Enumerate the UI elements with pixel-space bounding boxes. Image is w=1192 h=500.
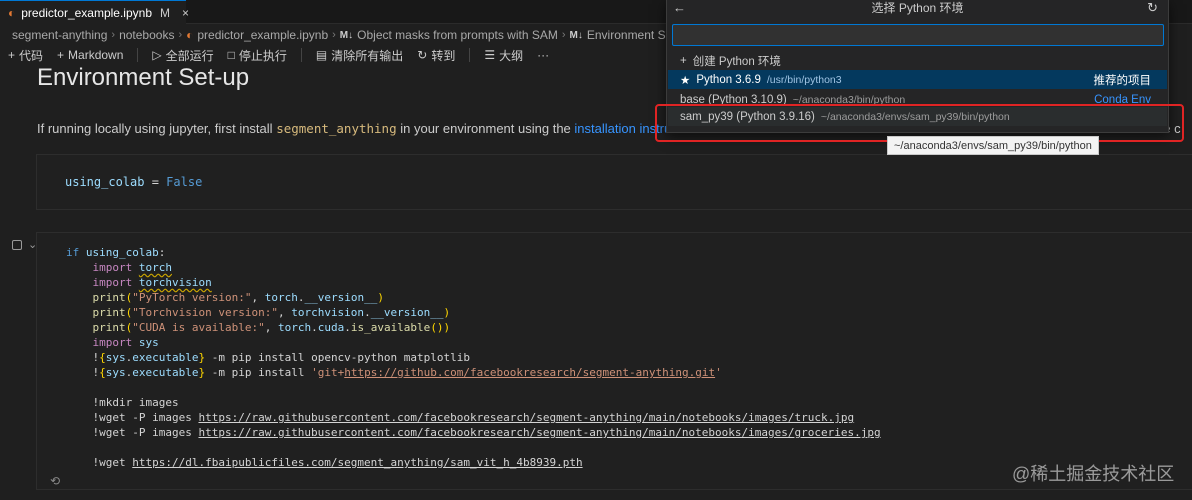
code-line: !mkdir images: [92, 396, 179, 409]
clear-all-icon: ▤: [315, 48, 328, 62]
code-line: !{sys.executable} -m pip install opencv-…: [92, 351, 471, 364]
code-line: !wget -P images https://raw.githubuserco…: [92, 426, 881, 439]
code-line: print("CUDA is available:", torch.cuda.i…: [92, 321, 451, 334]
list-icon: ☰: [484, 48, 496, 62]
code-token: =: [144, 175, 167, 189]
code-line: using_colab = False: [65, 175, 202, 189]
code-line: !{sys.executable} -m pip install 'git+ht…: [92, 366, 722, 379]
env-recommended-tag: 推荐的项目: [1093, 74, 1152, 87]
quick-pick-input-wrapper: [672, 24, 1164, 46]
run-all-label: 全部运行: [165, 48, 214, 63]
outline-label: 大纲: [499, 48, 524, 63]
breadcrumb-item[interactable]: Object masks from prompts with SAM: [357, 28, 558, 42]
markdown-paragraph: If running locally using jupyter, first …: [37, 121, 1181, 136]
cell-checkbox-icon[interactable]: [12, 239, 22, 250]
code-line: import sys: [92, 336, 159, 349]
notebook-icon: ◐: [186, 28, 194, 42]
notebook-icon: ◐: [8, 5, 16, 20]
chevron-right-icon: ›: [332, 29, 336, 41]
code-token: using_colab: [65, 175, 145, 189]
chevron-right-icon: ›: [561, 29, 566, 41]
code-editor: if using_colab: import torch import torc…: [66, 245, 881, 470]
goto-label: 转到: [431, 48, 456, 63]
code-token: False: [166, 175, 203, 189]
watermark: @稀土掘金技术社区: [1012, 464, 1175, 484]
toolbar-divider: [469, 48, 471, 62]
inline-code: segment_anything: [276, 121, 397, 136]
plus-icon: +: [8, 48, 16, 62]
add-markdown-cell-button[interactable]: + Markdown: [57, 48, 123, 62]
more-actions-button[interactable]: ···: [537, 48, 549, 62]
close-icon[interactable]: ×: [182, 6, 189, 20]
add-code-label: 代码: [19, 48, 44, 63]
tab-predictor-example[interactable]: ◐ predictor_example.ipynb M ×: [0, 0, 189, 24]
stop-icon: □: [227, 48, 235, 62]
run-all-icon: ▷: [152, 48, 162, 62]
modified-indicator: M: [160, 5, 170, 20]
add-markdown-label: Markdown: [68, 48, 124, 62]
env-name: Python 3.6.9: [696, 73, 761, 86]
clear-outputs-button[interactable]: ▤ 清除所有输出: [316, 47, 403, 64]
chevron-right-icon: ›: [178, 29, 183, 41]
toolbar-divider: [300, 48, 302, 62]
add-code-cell-button[interactable]: + 代码: [8, 47, 43, 64]
env-item-python-3-6-9[interactable]: ★ Python 3.6.9 /usr/bin/python3 推荐的项目: [668, 70, 1167, 89]
env-path: /usr/bin/python3: [766, 73, 842, 86]
code-line: if using_colab:: [66, 246, 166, 259]
breadcrumb-item[interactable]: predictor_example.ipynb: [197, 28, 328, 42]
create-environment-label: 创建 Python 环境: [692, 55, 781, 68]
clear-outputs-label: 清除所有输出: [331, 48, 404, 63]
breadcrumb-item[interactable]: notebooks: [119, 28, 174, 42]
run-all-button[interactable]: ▷ 全部运行: [152, 47, 213, 64]
code-cell[interactable]: if using_colab: import torch import torc…: [36, 232, 1192, 490]
cell-controls: ⌄: [12, 238, 37, 251]
goto-button[interactable]: ↻ 转到: [417, 47, 455, 64]
path-tooltip: ~/anaconda3/envs/sam_py39/bin/python: [887, 136, 1099, 155]
interrupt-button[interactable]: □ 停止执行: [228, 47, 287, 64]
markdown-heading: Environment Set-up: [37, 64, 250, 91]
code-cell[interactable]: using_colab = False: [36, 154, 1192, 210]
code-line: !wget -P images https://raw.githubuserco…: [92, 411, 855, 424]
code-line: import torchvision: [92, 276, 212, 289]
code-line: print("Torchvision version:", torchvisio…: [92, 306, 451, 319]
chevron-right-icon: ›: [111, 29, 116, 41]
interrupt-label: 停止执行: [238, 48, 287, 63]
code-line: !wget https://dl.fbaipublicfiles.com/seg…: [92, 456, 583, 469]
history-icon[interactable]: ⟲: [50, 474, 60, 488]
markdown-icon: M↓: [569, 29, 583, 41]
plus-icon: +: [680, 54, 687, 67]
quick-pick-input[interactable]: [673, 25, 1163, 45]
para-text: in your environment using the: [400, 121, 571, 136]
para-text: If running locally using jupyter, first …: [37, 121, 273, 136]
code-line: print("PyTorch version:", torch.__versio…: [92, 291, 384, 304]
outline-button[interactable]: ☰ 大纲: [484, 47, 523, 64]
star-icon: ★: [680, 74, 691, 87]
toolbar-divider: [137, 48, 139, 62]
refresh-icon[interactable]: ↻: [1147, 0, 1158, 16]
code-line: import torch: [92, 261, 173, 274]
create-environment-item[interactable]: + 创建 Python 环境: [668, 51, 1167, 70]
plus-icon: +: [57, 48, 65, 62]
markdown-icon: M↓: [339, 29, 354, 41]
quick-pick-title: 选择 Python 环境: [871, 1, 964, 15]
tab-filename: predictor_example.ipynb: [21, 5, 152, 20]
breadcrumb-item[interactable]: segment-anything: [12, 28, 107, 42]
refresh-icon: ↻: [417, 48, 428, 62]
